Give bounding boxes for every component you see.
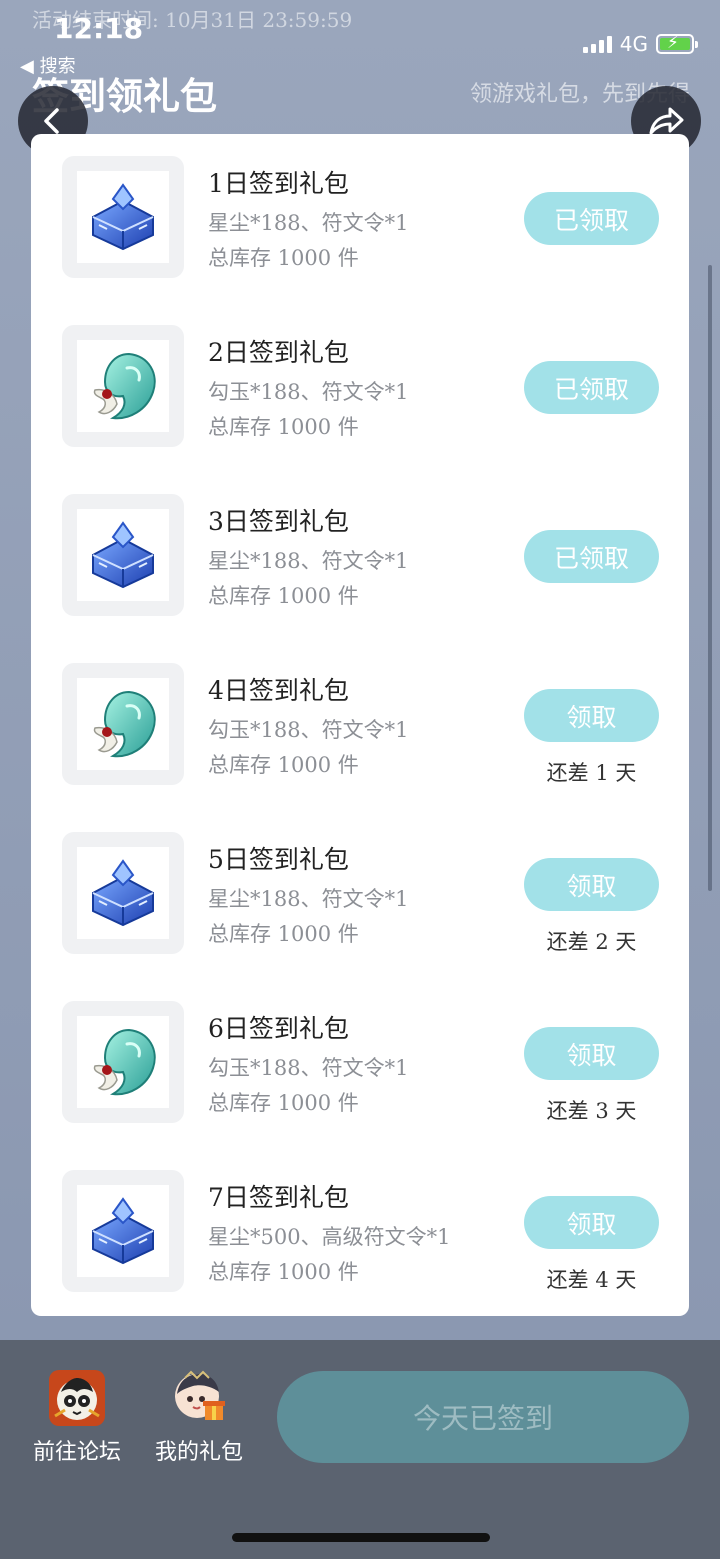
status-indicators: 4G ⚡ (582, 32, 698, 56)
gift-contents: 星尘*188、符文令*1 (208, 549, 409, 573)
days-remaining: 还差 2 天 (546, 930, 637, 954)
chevron-left-icon (44, 108, 59, 134)
gift-contents: 星尘*188、符文令*1 (208, 887, 409, 911)
network-type: 4G (619, 32, 648, 56)
gift-row: 4日签到礼包勾玉*188、符文令*1 总库存 1000 件 领取还差 1 天 (31, 641, 689, 810)
gift-row: 7日签到礼包星尘*500、高级符文令*1 总库存 1000 件 领取还差 4 天 (31, 1148, 689, 1316)
forum-game-icon (49, 1370, 105, 1426)
claim-button[interactable]: 领取 (524, 689, 659, 742)
claim-button[interactable]: 领取 (524, 1196, 659, 1249)
gift-row: 3日签到礼包星尘*188、符文令*1 总库存 1000 件 已领取 (31, 472, 689, 641)
days-remaining: 还差 4 天 (546, 1268, 637, 1292)
crystal-chest-icon (83, 177, 163, 257)
home-indicator[interactable] (232, 1533, 490, 1542)
gift-contents: 勾玉*188、符文令*1 (208, 380, 409, 404)
claim-button[interactable]: 领取 (524, 858, 659, 911)
gift-avatar-icon (171, 1370, 227, 1426)
jade-magatama-icon (83, 684, 163, 764)
signed-in-today-button[interactable]: 今天已签到 (277, 1371, 689, 1463)
days-remaining: 还差 1 天 (546, 761, 637, 785)
jade-magatama-icon (83, 1022, 163, 1102)
gift-thumbnail (62, 1001, 184, 1123)
gift-list-card: 1日签到礼包 星尘*188、符文令*1 总库存 1000 件已领取 2日签到礼包 勾玉*… (31, 134, 689, 1316)
gift-stock: 总库存 1000 件 (208, 1091, 359, 1115)
battery-icon: ⚡ (656, 33, 698, 54)
gift-stock: 总库存 1000 件 (208, 922, 359, 946)
gift-row: 2日签到礼包勾玉*188、符文令*1 总库存 1000 件 已领取 (31, 303, 689, 472)
crystal-chest-icon (83, 853, 163, 933)
forum-label: 前往论坛 (32, 1440, 121, 1465)
claim-button[interactable]: 领取 (524, 1027, 659, 1080)
gift-row: 5日签到礼包星尘*188、符文令*1 总库存 1000 件 领取还差 2 天 (31, 810, 689, 979)
gift-name: 3日签到礼包 (208, 507, 349, 536)
gift-name: 4日签到礼包 (208, 676, 349, 705)
gift-name: 2日签到礼包 (208, 338, 349, 367)
bottom-bar: 前往论坛 我的礼包 今天已签到 (0, 1340, 720, 1559)
gift-name: 5日签到礼包 (208, 845, 349, 874)
claim-button[interactable]: 已领取 (524, 361, 659, 414)
gift-row: 1日签到礼包星尘*188、符文令*1 总库存 1000 件 已领取 (31, 134, 689, 303)
gift-thumbnail (62, 832, 184, 954)
forum-button[interactable]: 前往论坛 (22, 1370, 132, 1466)
gift-name: 1日签到礼包 (208, 169, 349, 198)
jade-magatama-icon (83, 346, 163, 426)
scrollbar[interactable] (708, 265, 712, 891)
signal-icon (582, 35, 612, 53)
gift-thumbnail (62, 494, 184, 616)
share-arrow-icon (649, 107, 684, 135)
claim-button[interactable]: 已领取 (524, 192, 659, 245)
gift-stock: 总库存 1000 件 (208, 584, 359, 608)
gift-contents: 勾玉*188、符文令*1 (208, 1056, 409, 1080)
gift-name: 7日签到礼包 (208, 1183, 349, 1212)
gift-contents: 星尘*500、高级符文令*1 (208, 1225, 451, 1249)
gift-row: 6日签到礼包勾玉*188、符文令*1 总库存 1000 件 领取还差 3 天 (31, 979, 689, 1148)
gift-thumbnail (62, 1170, 184, 1292)
gift-stock: 总库存 1000 件 (208, 753, 359, 777)
my-gifts-button[interactable]: 我的礼包 (144, 1370, 254, 1466)
gift-thumbnail (62, 325, 184, 447)
gift-stock: 总库存 1000 件 (208, 415, 359, 439)
crystal-chest-icon (83, 1191, 163, 1271)
my-gifts-label: 我的礼包 (154, 1440, 243, 1465)
status-time: 12:18 (54, 12, 144, 45)
gift-thumbnail (62, 663, 184, 785)
gift-name: 6日签到礼包 (208, 1014, 349, 1043)
gift-contents: 星尘*188、符文令*1 (208, 211, 409, 235)
days-remaining: 还差 3 天 (546, 1099, 637, 1123)
gift-contents: 勾玉*188、符文令*1 (208, 718, 409, 742)
claim-button[interactable]: 已领取 (524, 530, 659, 583)
gift-stock: 总库存 1000 件 (208, 246, 359, 270)
gift-thumbnail (62, 156, 184, 278)
crystal-chest-icon (83, 515, 163, 595)
gift-stock: 总库存 1000 件 (208, 1260, 359, 1284)
